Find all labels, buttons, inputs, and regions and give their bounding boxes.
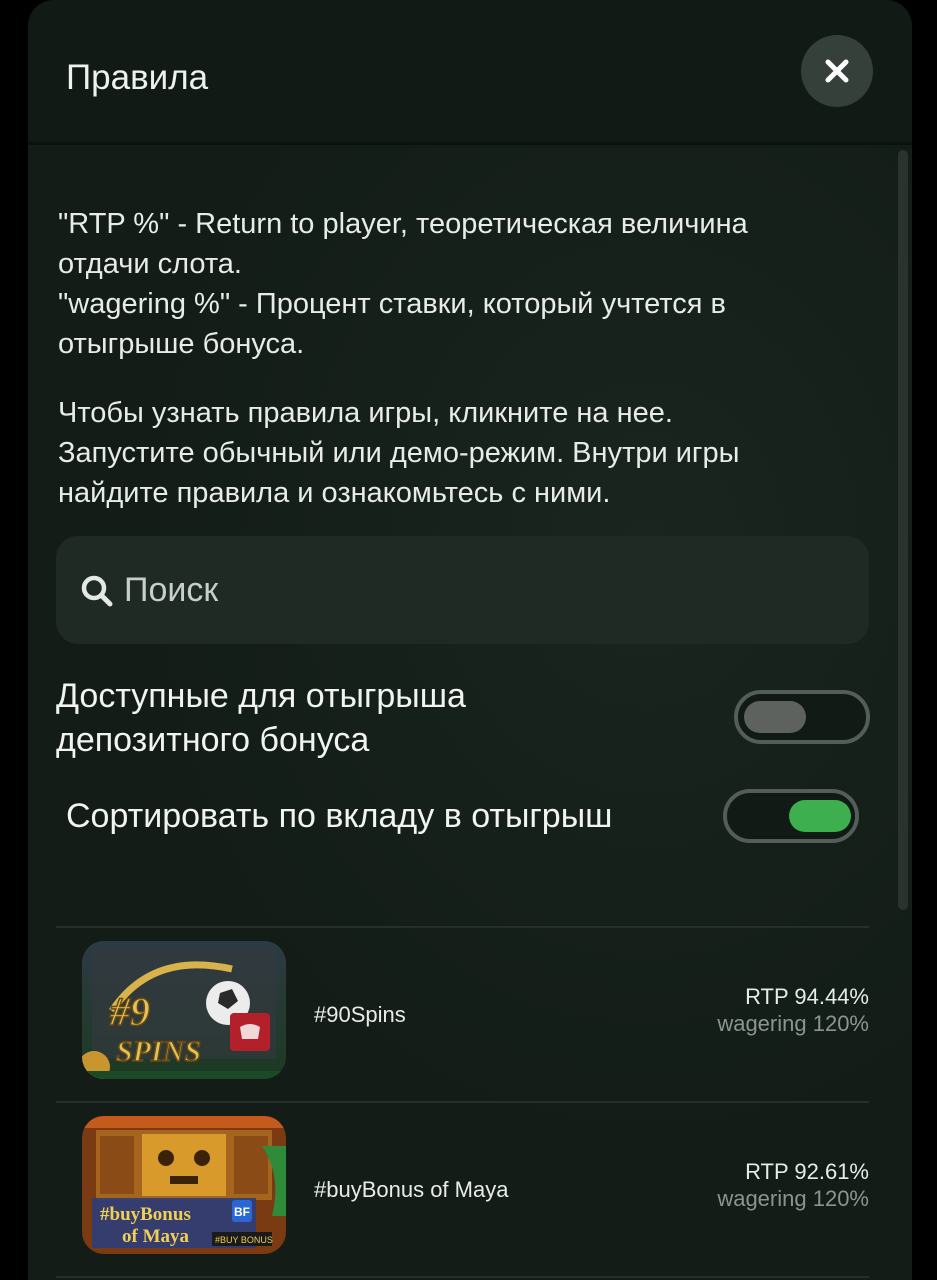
game-thumbnail-art: #9 SPINS xyxy=(82,941,286,1079)
rules-line: Чтобы узнать правила игры, кликните на н… xyxy=(58,397,673,429)
bonus-filter-label-line: Доступные для отыгрыша xyxy=(56,677,466,715)
rules-line: отыгрыше бонуса. xyxy=(58,328,305,360)
game-row-90spins[interactable]: #9 SPINS #90Spins RTP 94.44% wagering 12… xyxy=(56,928,869,1102)
svg-text:#9: #9 xyxy=(109,989,150,1034)
game-row-buybonus-maya[interactable]: #buyBonus of Maya BF #BUY BONUS #buyBonu… xyxy=(56,1103,869,1277)
search-input[interactable] xyxy=(124,560,844,620)
rules-paragraph-rtp: "RTP %" - Return to player, теоретическа… xyxy=(58,204,878,364)
bonus-filter-label-line: депозитного бонуса xyxy=(56,721,370,759)
game-wagering: wagering 120% xyxy=(717,1186,869,1211)
game-wagering: wagering 120% xyxy=(717,1011,869,1036)
rules-paragraph-howto: Чтобы узнать правила игры, кликните на н… xyxy=(58,393,878,513)
sort-filter-label: Сортировать по вкладу в отыгрыш xyxy=(66,797,613,835)
game-name: #90Spins xyxy=(314,1002,406,1027)
game-thumbnail-art: #buyBonus of Maya BF #BUY BONUS xyxy=(82,1116,286,1254)
bonus-filter-label: Доступные для отыгрыша депозитного бонус… xyxy=(56,674,616,762)
svg-text:of Maya: of Maya xyxy=(122,1226,190,1247)
game-rtp: RTP 94.44% xyxy=(745,984,869,1009)
toggle-knob xyxy=(789,800,851,832)
rules-line: "RTP %" - Return to player, теоретическа… xyxy=(58,208,748,240)
game-name: #buyBonus of Maya xyxy=(314,1177,509,1202)
rules-line: отдачи слота. xyxy=(58,248,242,280)
search-box[interactable] xyxy=(56,536,869,644)
svg-text:#BUY BONUS: #BUY BONUS xyxy=(215,1235,273,1245)
scrollbar[interactable] xyxy=(898,150,908,910)
modal-header: Правила xyxy=(28,0,912,145)
bonus-filter-toggle[interactable] xyxy=(734,690,870,744)
rules-line: Запустите обычный или демо-режим. Внутри… xyxy=(58,437,740,469)
game-rtp: RTP 92.61% xyxy=(745,1159,869,1184)
rules-modal: Правила "RTP %" - Return to player, теор… xyxy=(28,0,912,1280)
svg-text:#buyBonus: #buyBonus xyxy=(100,1204,191,1225)
game-thumbnail[interactable]: #buyBonus of Maya BF #BUY BONUS xyxy=(82,1116,286,1254)
svg-text:BF: BF xyxy=(234,1205,250,1219)
close-icon xyxy=(825,59,849,83)
sort-filter-toggle[interactable] xyxy=(723,789,859,843)
rules-line: найдите правила и ознакомьтесь с ними. xyxy=(58,477,611,509)
search-icon xyxy=(81,575,113,607)
svg-text:SPINS: SPINS xyxy=(116,1035,201,1068)
close-button[interactable] xyxy=(801,35,873,107)
toggle-knob xyxy=(744,701,806,733)
modal-title: Правила xyxy=(66,58,209,97)
rules-line: "wagering %" - Процент ставки, который у… xyxy=(58,288,726,320)
list-divider xyxy=(56,1276,869,1278)
game-thumbnail[interactable]: #9 SPINS xyxy=(82,941,286,1079)
